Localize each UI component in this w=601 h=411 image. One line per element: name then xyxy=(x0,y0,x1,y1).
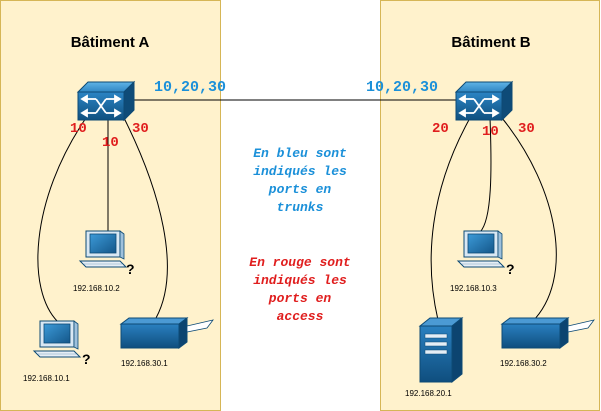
access-port-a-left: 10 xyxy=(70,121,87,137)
building-a-area xyxy=(0,0,221,411)
host-ip-b-2: 192.168.20.1 xyxy=(405,389,452,398)
svg-text:indiqués les: indiqués les xyxy=(253,164,347,179)
host-ip-a-3: 192.168.30.1 xyxy=(121,359,168,368)
svg-text:access: access xyxy=(277,309,324,324)
legend-trunk: En bleu sont indiqués les ports en trunk… xyxy=(253,146,347,215)
svg-text:En rouge sont: En rouge sont xyxy=(249,255,350,270)
trunk-ports-a: 10,20,30 xyxy=(154,79,226,96)
access-port-a-right: 30 xyxy=(132,121,149,137)
svg-text:ports en: ports en xyxy=(268,182,332,197)
workstation-icon xyxy=(33,320,81,358)
host-ip-b-3: 192.168.30.2 xyxy=(500,359,547,368)
workstation-icon xyxy=(79,230,127,268)
switch-a-icon xyxy=(77,81,135,121)
host-ip-a-1: 192.168.10.2 xyxy=(73,284,120,293)
access-port-b-left: 20 xyxy=(432,121,449,137)
building-b-title: Bâtiment B xyxy=(451,34,530,51)
svg-text:indiqués les: indiqués les xyxy=(253,273,347,288)
svg-text:En bleu sont: En bleu sont xyxy=(253,146,347,161)
building-b-area xyxy=(380,0,600,411)
access-port-b-center: 10 xyxy=(482,124,499,140)
switch-b-icon xyxy=(455,81,513,121)
workstation-icon xyxy=(457,230,505,268)
question-mark: ? xyxy=(82,351,91,367)
trunk-ports-b: 10,20,30 xyxy=(366,79,438,96)
svg-text:trunks: trunks xyxy=(277,200,324,215)
question-mark: ? xyxy=(506,261,515,277)
legend-access: En rouge sont indiqués les ports en acce… xyxy=(249,255,350,324)
host-ip-b-1: 192.168.10.3 xyxy=(450,284,497,293)
question-mark: ? xyxy=(126,261,135,277)
network-diagram: Bâtiment A Bâtiment B 10,20,30 10,20,30 … xyxy=(0,0,600,411)
access-port-b-right: 30 xyxy=(518,121,535,137)
building-a-title: Bâtiment A xyxy=(71,34,150,51)
server-icon xyxy=(419,317,463,383)
host-ip-a-2: 192.168.10.1 xyxy=(23,374,70,383)
svg-text:ports en: ports en xyxy=(268,291,332,306)
access-port-a-center: 10 xyxy=(102,135,119,151)
